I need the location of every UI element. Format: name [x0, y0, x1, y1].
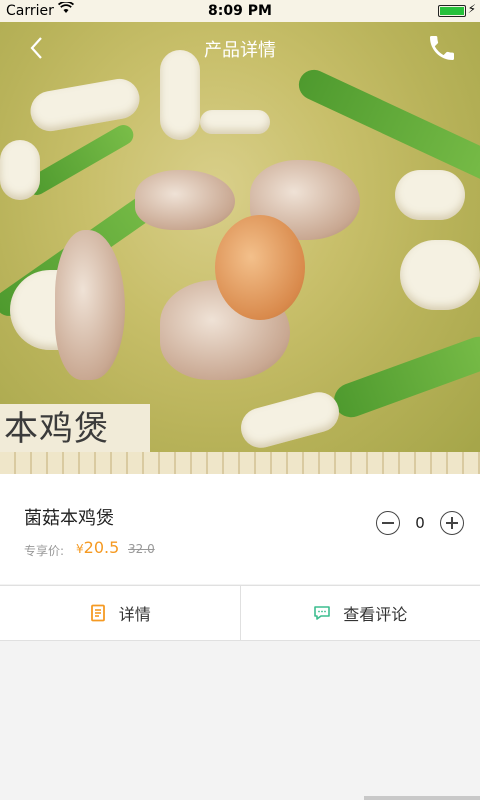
status-bar: Carrier 8:09 PM ⚡: [0, 0, 480, 22]
bowl-stripe: [0, 452, 480, 474]
tab-reviews-label: 查看评论: [343, 605, 408, 624]
price-value: 20.5: [83, 538, 120, 557]
dish-label: 本鸡煲: [0, 404, 150, 454]
call-button[interactable]: [426, 32, 460, 66]
tab-details-label: 详情: [118, 605, 151, 624]
special-price: ¥20.5: [76, 538, 119, 557]
increase-quantity-button[interactable]: [440, 511, 464, 535]
mushroom: [200, 110, 270, 134]
mushroom: [395, 170, 465, 220]
comment-icon: [314, 606, 331, 620]
mushroom: [0, 140, 40, 200]
charging-icon: ⚡: [467, 2, 476, 16]
original-price: 32.0: [128, 542, 155, 556]
product-info: 菌菇本鸡煲 专享价: ¥20.5 32.0 0: [0, 474, 480, 584]
tab-details[interactable]: 详情: [0, 586, 240, 640]
page-title: 产品详情: [204, 40, 276, 61]
tab-content-area: [0, 641, 480, 800]
phone-icon: [430, 36, 454, 60]
product-name: 菌菇本鸡煲: [24, 508, 114, 529]
chicken-piece: [135, 170, 235, 230]
detail-tabs: 详情 查看评论: [0, 585, 480, 641]
quantity-value: 0: [415, 514, 425, 532]
decrease-quantity-button[interactable]: [376, 511, 400, 535]
tab-reviews[interactable]: 查看评论: [239, 586, 480, 640]
mushroom: [400, 240, 480, 310]
battery-icon: [438, 5, 466, 17]
scroll-indicator: [364, 796, 480, 800]
clock: 8:09 PM: [208, 3, 272, 19]
document-icon: [90, 604, 105, 622]
shrimp: [215, 215, 305, 320]
nav-bar: 产品详情: [0, 22, 480, 74]
quantity-stepper: 0: [376, 510, 464, 536]
currency-symbol: ¥: [76, 542, 84, 556]
price-label: 专享价:: [24, 544, 65, 558]
